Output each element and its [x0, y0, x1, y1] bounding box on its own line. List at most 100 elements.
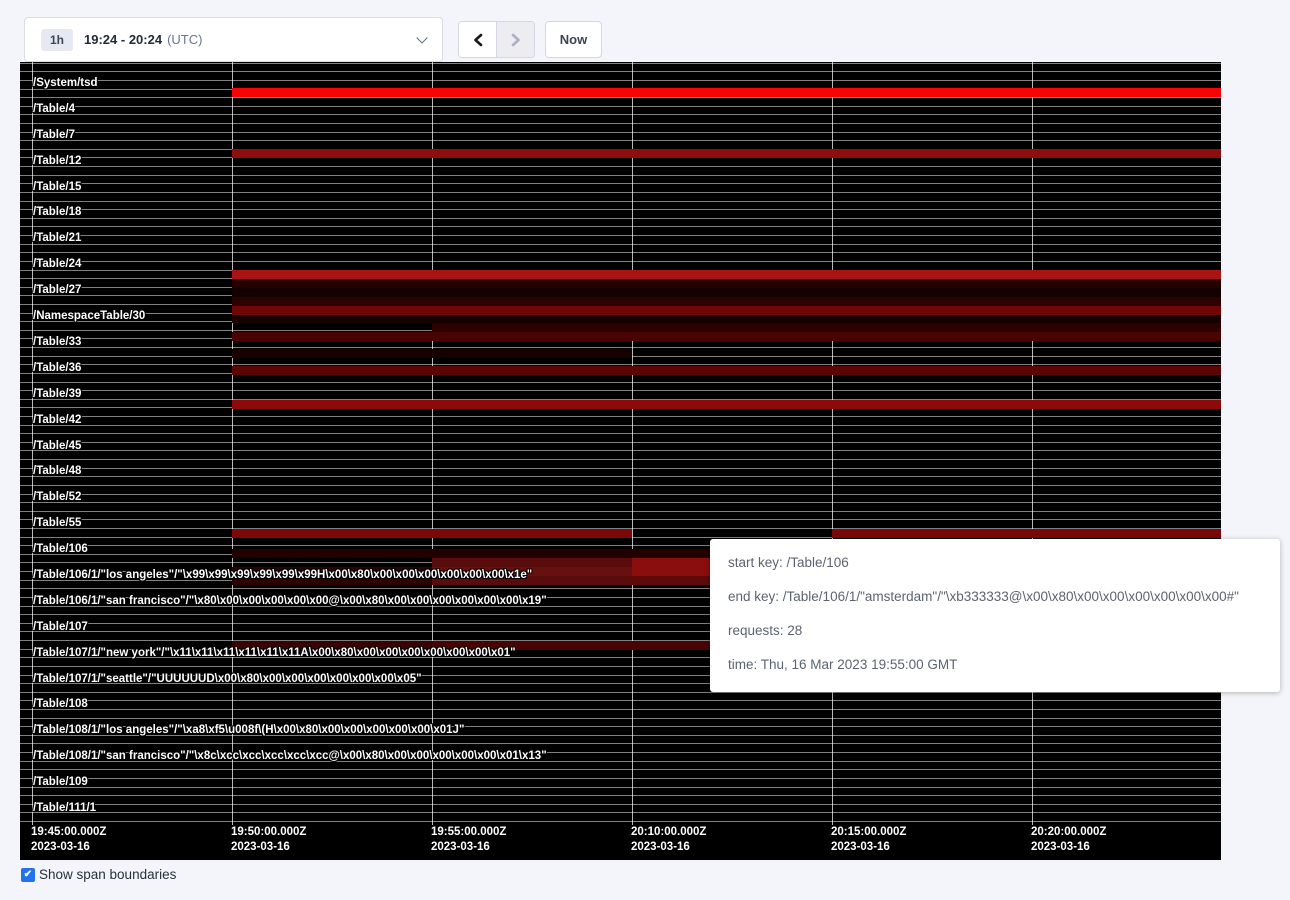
time-range-selector[interactable]: 1h 19:24 - 20:24 (UTC)	[24, 17, 443, 62]
heat-band	[232, 400, 1221, 409]
row-key-label: /NamespaceTable/30	[33, 309, 145, 323]
now-button[interactable]: Now	[545, 21, 602, 58]
row-key-label: /Table/107/1/"seattle"/"UUUUUUD\x00\x80\…	[33, 672, 422, 686]
span-boundary-line	[20, 201, 1221, 202]
chevron-down-icon	[416, 32, 427, 43]
time-gridline	[1032, 62, 1033, 825]
row-key-label: /Table/108/1/"los angeles"/"\xa8\xf5\u00…	[33, 723, 464, 737]
chevron-left-icon	[472, 33, 484, 47]
heat-band	[232, 288, 1221, 297]
heat-band	[232, 332, 1221, 341]
span-boundary-line	[20, 63, 1221, 64]
row-key-label: /Table/21	[33, 231, 81, 245]
show-span-boundaries-checkbox[interactable]: ✔	[21, 868, 35, 882]
heat-band	[432, 558, 632, 567]
span-boundary-line	[20, 778, 1221, 779]
span-boundary-line	[20, 123, 1221, 124]
row-key-label: /Table/15	[33, 180, 81, 194]
row-key-label: /Table/7	[33, 128, 75, 142]
row-key-label: /Table/109	[33, 775, 88, 789]
span-boundary-line	[20, 476, 1221, 477]
heat-band	[232, 279, 1221, 288]
span-boundary-line	[20, 416, 1221, 417]
span-boundary-line	[20, 71, 1221, 72]
row-key-label: /Table/42	[33, 413, 81, 427]
span-boundary-line	[20, 244, 1221, 245]
hover-tooltip: start key: /Table/106 end key: /Table/10…	[710, 539, 1280, 692]
heat-band	[232, 366, 1221, 375]
x-axis-tick-label: 20:10:00.000Z2023-03-16	[631, 825, 706, 855]
span-boundary-line	[20, 106, 1221, 107]
row-key-label: /Table/18	[33, 205, 81, 219]
row-key-label: /Table/36	[33, 361, 81, 375]
time-range-duration-badge: 1h	[41, 29, 73, 51]
span-boundary-line	[20, 450, 1221, 451]
span-boundary-line	[20, 812, 1221, 813]
row-key-label: /Table/33	[33, 335, 81, 349]
heat-band	[232, 315, 1221, 323]
x-axis-tick-label: 19:55:00.000Z2023-03-16	[431, 825, 506, 855]
span-boundary-line	[20, 442, 1221, 443]
row-key-label: /Table/55	[33, 516, 81, 530]
time-range-nav-group	[458, 21, 535, 58]
previous-range-button[interactable]	[459, 22, 497, 57]
row-key-label: /Table/106/1/"san francisco"/"\x80\x00\x…	[33, 594, 547, 608]
heat-band	[232, 270, 1221, 280]
row-key-label: /Table/39	[33, 387, 81, 401]
time-gridline	[432, 62, 433, 825]
heat-band	[232, 349, 632, 358]
chevron-right-icon	[510, 33, 522, 47]
heat-band	[232, 306, 1221, 315]
span-boundary-line	[20, 157, 1221, 158]
tooltip-requests: requests: 28	[728, 621, 1262, 641]
key-visualizer-canvas[interactable]: /System/tsd/Table/4/Table/7/Table/12/Tab…	[20, 62, 1221, 860]
tooltip-start-key: start key: /Table/106	[728, 553, 1262, 573]
span-boundary-line	[20, 511, 1221, 512]
span-boundary-line	[20, 218, 1221, 219]
span-boundary-line	[20, 252, 1221, 253]
span-boundary-line	[20, 425, 1221, 426]
row-key-label: /System/tsd	[33, 76, 98, 90]
span-boundary-line	[20, 114, 1221, 115]
span-boundary-line	[20, 519, 1221, 520]
span-boundary-line	[20, 183, 1221, 184]
span-boundary-line	[20, 709, 1221, 710]
span-boundary-line	[20, 209, 1221, 210]
time-gridline	[232, 62, 233, 825]
time-gridline	[832, 62, 833, 825]
row-key-label: /Table/45	[33, 439, 81, 453]
row-key-label: /Table/52	[33, 490, 81, 504]
heat-band	[832, 529, 1221, 539]
heat-band	[232, 297, 1221, 306]
row-key-label: /Table/24	[33, 257, 81, 271]
row-key-label: /Table/27	[33, 283, 81, 297]
tooltip-end-key: end key: /Table/106/1/"amsterdam"/"\xb33…	[728, 587, 1262, 607]
x-axis-tick-label: 19:50:00.000Z2023-03-16	[231, 825, 306, 855]
tooltip-time: time: Thu, 16 Mar 2023 19:55:00 GMT	[728, 655, 1262, 675]
span-boundary-line	[20, 787, 1221, 788]
heat-band	[232, 88, 1221, 98]
span-boundary-line	[20, 390, 1221, 391]
span-boundary-line	[20, 192, 1221, 193]
span-boundary-line	[20, 166, 1221, 167]
span-boundary-line	[20, 226, 1221, 227]
span-boundary-line	[20, 468, 1221, 469]
span-boundary-line	[20, 261, 1221, 262]
footer-controls: ✔ Show span boundaries	[21, 867, 176, 882]
row-key-label: /Table/4	[33, 102, 75, 116]
heat-band	[232, 149, 1221, 158]
span-boundary-line	[20, 459, 1221, 460]
span-boundary-line	[20, 433, 1221, 434]
next-range-button-disabled[interactable]	[497, 22, 534, 57]
heat-band	[232, 529, 632, 539]
row-key-label: /Table/108	[33, 697, 88, 711]
time-gridline	[632, 62, 633, 825]
span-boundary-line	[20, 347, 1221, 348]
row-key-label: /Table/106	[33, 542, 88, 556]
row-key-label: /Table/48	[33, 464, 81, 478]
span-boundary-line	[20, 132, 1221, 133]
span-boundary-line	[20, 97, 1221, 98]
span-boundary-line	[20, 743, 1221, 744]
time-range-text: 19:24 - 20:24	[84, 32, 162, 47]
show-span-boundaries-label: Show span boundaries	[39, 867, 176, 882]
